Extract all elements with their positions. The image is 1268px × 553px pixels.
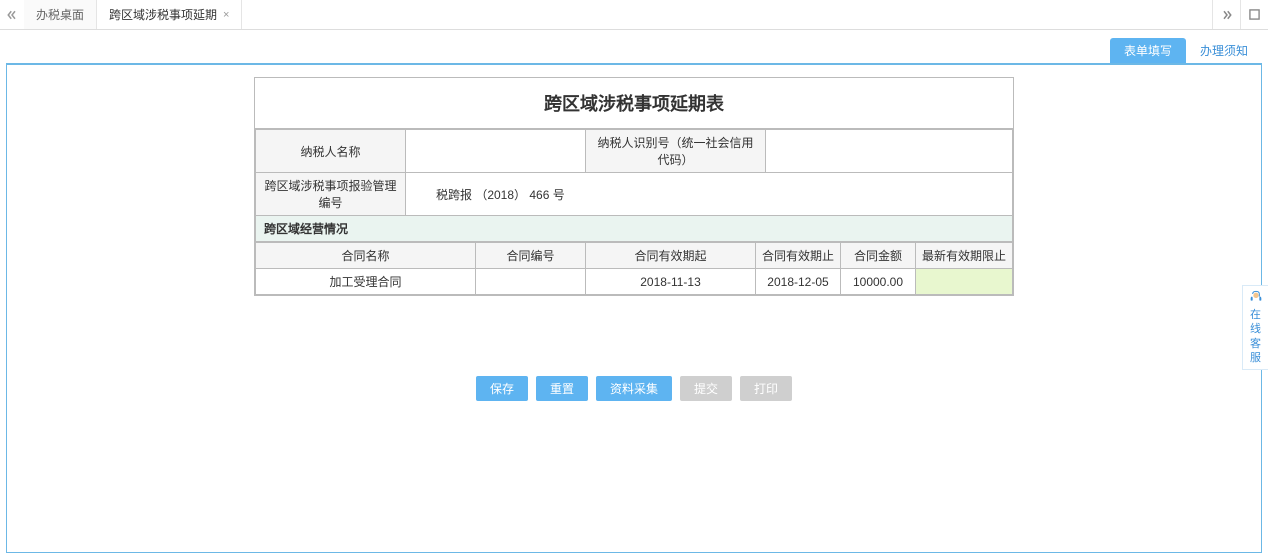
value-report-mgmt-no: 税跨报 （2018） 466 号: [406, 173, 1013, 216]
tab-cross-region-label: 跨区域涉税事项延期: [109, 6, 217, 23]
section-header: 跨区域经营情况: [256, 216, 1013, 242]
label-report-mgmt-no: 跨区域涉税事项报验管理编号: [256, 173, 406, 216]
submit-button: 提交: [680, 376, 732, 401]
value-taxpayer-name: [406, 130, 586, 173]
maximize-icon[interactable]: [1240, 0, 1268, 29]
chevrons-left-icon[interactable]: [0, 0, 24, 29]
save-button[interactable]: 保存: [476, 376, 528, 401]
customer-service-icon: [1248, 290, 1264, 306]
chevrons-right-icon[interactable]: [1212, 0, 1240, 29]
table-row: 加工受理合同 2018-11-13 2018-12-05 10000.00: [256, 269, 1013, 295]
label-taxpayer-name: 纳税人名称: [256, 130, 406, 173]
form-title: 跨区域涉税事项延期表: [255, 78, 1013, 129]
cell-contract-name: 加工受理合同: [256, 269, 476, 295]
col-contract-no: 合同编号: [476, 243, 586, 269]
tab-cross-region[interactable]: 跨区域涉税事项延期 ×: [97, 0, 242, 29]
table-header-row: 合同名称 合同编号 合同有效期起 合同有效期止 合同金额 最新有效期限止: [256, 243, 1013, 269]
col-amount: 合同金额: [841, 243, 916, 269]
cell-valid-from: 2018-11-13: [586, 269, 756, 295]
close-icon[interactable]: ×: [223, 9, 229, 21]
collect-button[interactable]: 资料采集: [596, 376, 672, 401]
sub-tab-row: 表单填写 办理须知: [0, 34, 1268, 63]
contracts-table: 合同名称 合同编号 合同有效期起 合同有效期止 合同金额 最新有效期限止 加工受…: [255, 242, 1013, 295]
content-panel: 跨区域涉税事项延期表 纳税人名称 纳税人识别号（统一社会信用代码） 跨区域涉税事…: [6, 63, 1262, 553]
cell-amount: 10000.00: [841, 269, 916, 295]
col-valid-to: 合同有效期止: [756, 243, 841, 269]
col-contract-name: 合同名称: [256, 243, 476, 269]
label-taxpayer-id: 纳税人识别号（统一社会信用代码）: [586, 130, 766, 173]
tab-bar-right: [1212, 0, 1268, 29]
sub-tab-process-notice[interactable]: 办理须知: [1186, 38, 1262, 63]
info-table: 纳税人名称 纳税人识别号（统一社会信用代码） 跨区域涉税事项报验管理编号 税跨报…: [255, 129, 1013, 242]
sub-tab-form-fill[interactable]: 表单填写: [1110, 38, 1186, 63]
reset-button[interactable]: 重置: [536, 376, 588, 401]
col-valid-from: 合同有效期起: [586, 243, 756, 269]
value-taxpayer-id: [766, 130, 1013, 173]
cell-valid-to: 2018-12-05: [756, 269, 841, 295]
cell-new-deadline[interactable]: [916, 269, 1013, 295]
form-area: 跨区域涉税事项延期表 纳税人名称 纳税人识别号（统一社会信用代码） 跨区域涉税事…: [254, 77, 1014, 296]
button-row: 保存 重置 资料采集 提交 打印: [25, 376, 1243, 401]
top-tab-bar: 办税桌面 跨区域涉税事项延期 ×: [0, 0, 1268, 30]
cell-contract-no: [476, 269, 586, 295]
col-new-deadline: 最新有效期限止: [916, 243, 1013, 269]
print-button: 打印: [740, 376, 792, 401]
tab-desktop[interactable]: 办税桌面: [24, 0, 97, 29]
tab-desktop-label: 办税桌面: [36, 6, 84, 23]
customer-service-label: 在线客服: [1250, 309, 1261, 364]
tab-bar-left: 办税桌面 跨区域涉税事项延期 ×: [0, 0, 242, 29]
customer-service-float[interactable]: 在线客服: [1242, 285, 1268, 370]
